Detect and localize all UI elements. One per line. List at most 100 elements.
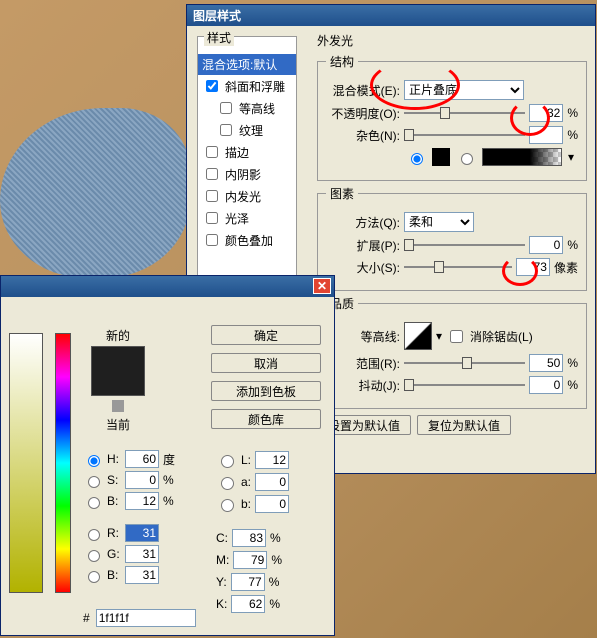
saturation-value-field[interactable] — [9, 333, 43, 593]
elements-fieldset: 图素 方法(Q): 柔和 扩展(P): % 大小(S): 像素 — [317, 185, 587, 291]
blend-options-row[interactable]: 混合选项:默认 — [198, 54, 296, 75]
a-radio[interactable] — [221, 477, 234, 490]
style-item-contour[interactable]: 等高线 — [198, 97, 296, 119]
s-input[interactable] — [125, 471, 159, 489]
styles-group-label: 样式 — [204, 29, 234, 46]
outer-glow-panel: 外发光 结构 混合模式(E): 正片叠底 不透明度(O): % 杂色(N): — [317, 32, 587, 435]
innerglow-checkbox[interactable] — [206, 190, 218, 202]
size-input[interactable] — [516, 258, 550, 276]
s-label: S: — [107, 473, 121, 487]
b-label: B: — [107, 568, 121, 582]
blend-options-label: 混合选项:默认 — [202, 56, 277, 73]
size-label: 大小(S): — [326, 259, 400, 276]
cube-icon[interactable] — [112, 400, 124, 412]
outerglow-heading: 外发光 — [317, 32, 587, 49]
k-label: K: — [216, 597, 227, 611]
s-radio[interactable] — [88, 476, 100, 488]
stroke-checkbox[interactable] — [206, 146, 218, 158]
qcontour-label: 等高线: — [326, 328, 400, 345]
colorpicker-titlebar[interactable] — [1, 276, 334, 297]
bv-input[interactable] — [125, 492, 159, 510]
r-input[interactable] — [125, 524, 159, 542]
glow-color-swatch[interactable] — [432, 148, 450, 166]
pct-label: % — [567, 238, 578, 252]
add-swatch-button[interactable]: 添加到色板 — [211, 381, 321, 401]
a-input[interactable] — [255, 473, 289, 491]
style-label: 等高线 — [239, 100, 275, 117]
unit-pct: % — [163, 473, 177, 487]
r-radio[interactable] — [88, 529, 100, 541]
range-slider[interactable] — [404, 356, 525, 370]
noise-label: 杂色(N): — [326, 127, 400, 144]
texture-checkbox[interactable] — [220, 124, 232, 136]
l-radio[interactable] — [221, 455, 234, 468]
c-label: C: — [216, 531, 228, 545]
gradient-radio[interactable] — [461, 153, 473, 165]
spread-input[interactable] — [529, 236, 563, 254]
satin-checkbox[interactable] — [206, 212, 218, 224]
m-label: M: — [216, 553, 229, 567]
bv-radio[interactable] — [88, 497, 100, 509]
b-input[interactable] — [125, 566, 159, 584]
glow-gradient-swatch[interactable] — [482, 148, 562, 166]
contour-checkbox[interactable] — [220, 102, 232, 114]
blendmode-select[interactable]: 正片叠底 — [404, 80, 524, 100]
reset-default-button[interactable]: 复位为默认值 — [417, 415, 511, 435]
h-radio[interactable] — [88, 455, 100, 467]
chevron-down-icon[interactable]: ▾ — [436, 329, 442, 343]
opacity-slider[interactable] — [404, 106, 525, 120]
unit-pct: % — [270, 531, 281, 545]
pct-label: % — [567, 356, 578, 370]
style-item-innerglow[interactable]: 内发光 — [198, 185, 296, 207]
h-label: H: — [107, 452, 121, 466]
color-libraries-button[interactable]: 颜色库 — [211, 409, 321, 429]
m-input[interactable] — [233, 551, 267, 569]
size-slider[interactable] — [404, 260, 512, 274]
jitter-input[interactable] — [529, 376, 563, 394]
hue-strip[interactable] — [55, 333, 71, 593]
range-input[interactable] — [529, 354, 563, 372]
style-item-bevel[interactable]: 斜面和浮雕 — [198, 75, 296, 97]
y-input[interactable] — [231, 573, 265, 591]
bevel-checkbox[interactable] — [206, 80, 218, 92]
hex-input[interactable] — [96, 609, 196, 627]
g-radio[interactable] — [88, 550, 100, 562]
style-item-stroke[interactable]: 描边 — [198, 141, 296, 163]
g-input[interactable] — [125, 545, 159, 563]
h-input[interactable] — [125, 450, 159, 468]
coloroverlay-checkbox[interactable] — [206, 234, 218, 246]
contour-swatch[interactable] — [404, 322, 432, 350]
ok-button[interactable]: 确定 — [211, 325, 321, 345]
antialias-checkbox[interactable] — [450, 330, 463, 343]
method-select[interactable]: 柔和 — [404, 212, 474, 232]
unit-pct: % — [271, 553, 282, 567]
hash-label: # — [83, 611, 90, 625]
close-icon[interactable]: ✕ — [313, 278, 331, 294]
layer-style-titlebar[interactable]: 图层样式 — [187, 5, 595, 26]
style-label: 斜面和浮雕 — [225, 78, 285, 95]
jitter-slider[interactable] — [404, 378, 525, 392]
spread-slider[interactable] — [404, 238, 525, 252]
style-label: 颜色叠加 — [225, 232, 273, 249]
lb-radio[interactable] — [221, 499, 234, 512]
lb-input[interactable] — [255, 495, 289, 513]
l-input[interactable] — [255, 451, 289, 469]
opacity-input[interactable] — [529, 104, 563, 122]
px-label: 像素 — [554, 259, 578, 276]
c-input[interactable] — [232, 529, 266, 547]
structure-fieldset: 结构 混合模式(E): 正片叠底 不透明度(O): % 杂色(N): % — [317, 53, 587, 181]
b-radio[interactable] — [88, 571, 100, 583]
chevron-down-icon[interactable]: ▾ — [568, 150, 574, 164]
cancel-button[interactable]: 取消 — [211, 353, 321, 373]
innershadow-checkbox[interactable] — [206, 168, 218, 180]
style-item-coloroverlay[interactable]: 颜色叠加 — [198, 229, 296, 251]
style-item-texture[interactable]: 纹理 — [198, 119, 296, 141]
style-label: 光泽 — [225, 210, 249, 227]
style-item-innershadow[interactable]: 内阴影 — [198, 163, 296, 185]
noise-slider[interactable] — [404, 128, 525, 142]
noise-input[interactable] — [529, 126, 563, 144]
style-item-satin[interactable]: 光泽 — [198, 207, 296, 229]
color-radio[interactable] — [411, 153, 423, 165]
color-picker-dialog: ✕ 新的 当前 确定 取消 添加到色板 颜色库 H:度 S:% B:% R: G… — [0, 275, 335, 636]
k-input[interactable] — [231, 595, 265, 613]
